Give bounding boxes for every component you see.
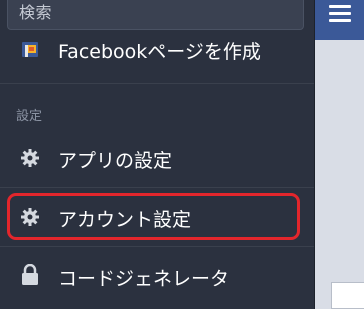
menu-item-app-settings[interactable]: アプリの設定 (0, 129, 314, 187)
divider (0, 83, 314, 84)
facebook-page-flag-icon (19, 38, 41, 60)
menu-item-label: Facebookページを作成 (58, 41, 261, 63)
lock-icon (19, 264, 41, 286)
gear-icon (19, 147, 41, 169)
content-card (331, 282, 364, 309)
highlight-outline (7, 193, 300, 240)
menu-item-label: アプリの設定 (58, 150, 173, 172)
hamburger-menu-icon[interactable] (329, 5, 351, 23)
navigation-drawer: 検索 Facebookページを作成 設定 アプリの設定 アカウント設定 コードジ… (0, 0, 314, 309)
menu-item-label: コードジェネレータ (58, 268, 230, 290)
top-bar (315, 0, 364, 40)
main-content-edge (314, 0, 364, 309)
menu-item-code-generator[interactable]: コードジェネレータ (0, 247, 314, 305)
section-header-settings: 設定 (16, 109, 43, 124)
menu-item-create-facebook-page[interactable]: Facebookページを作成 (0, 20, 314, 78)
